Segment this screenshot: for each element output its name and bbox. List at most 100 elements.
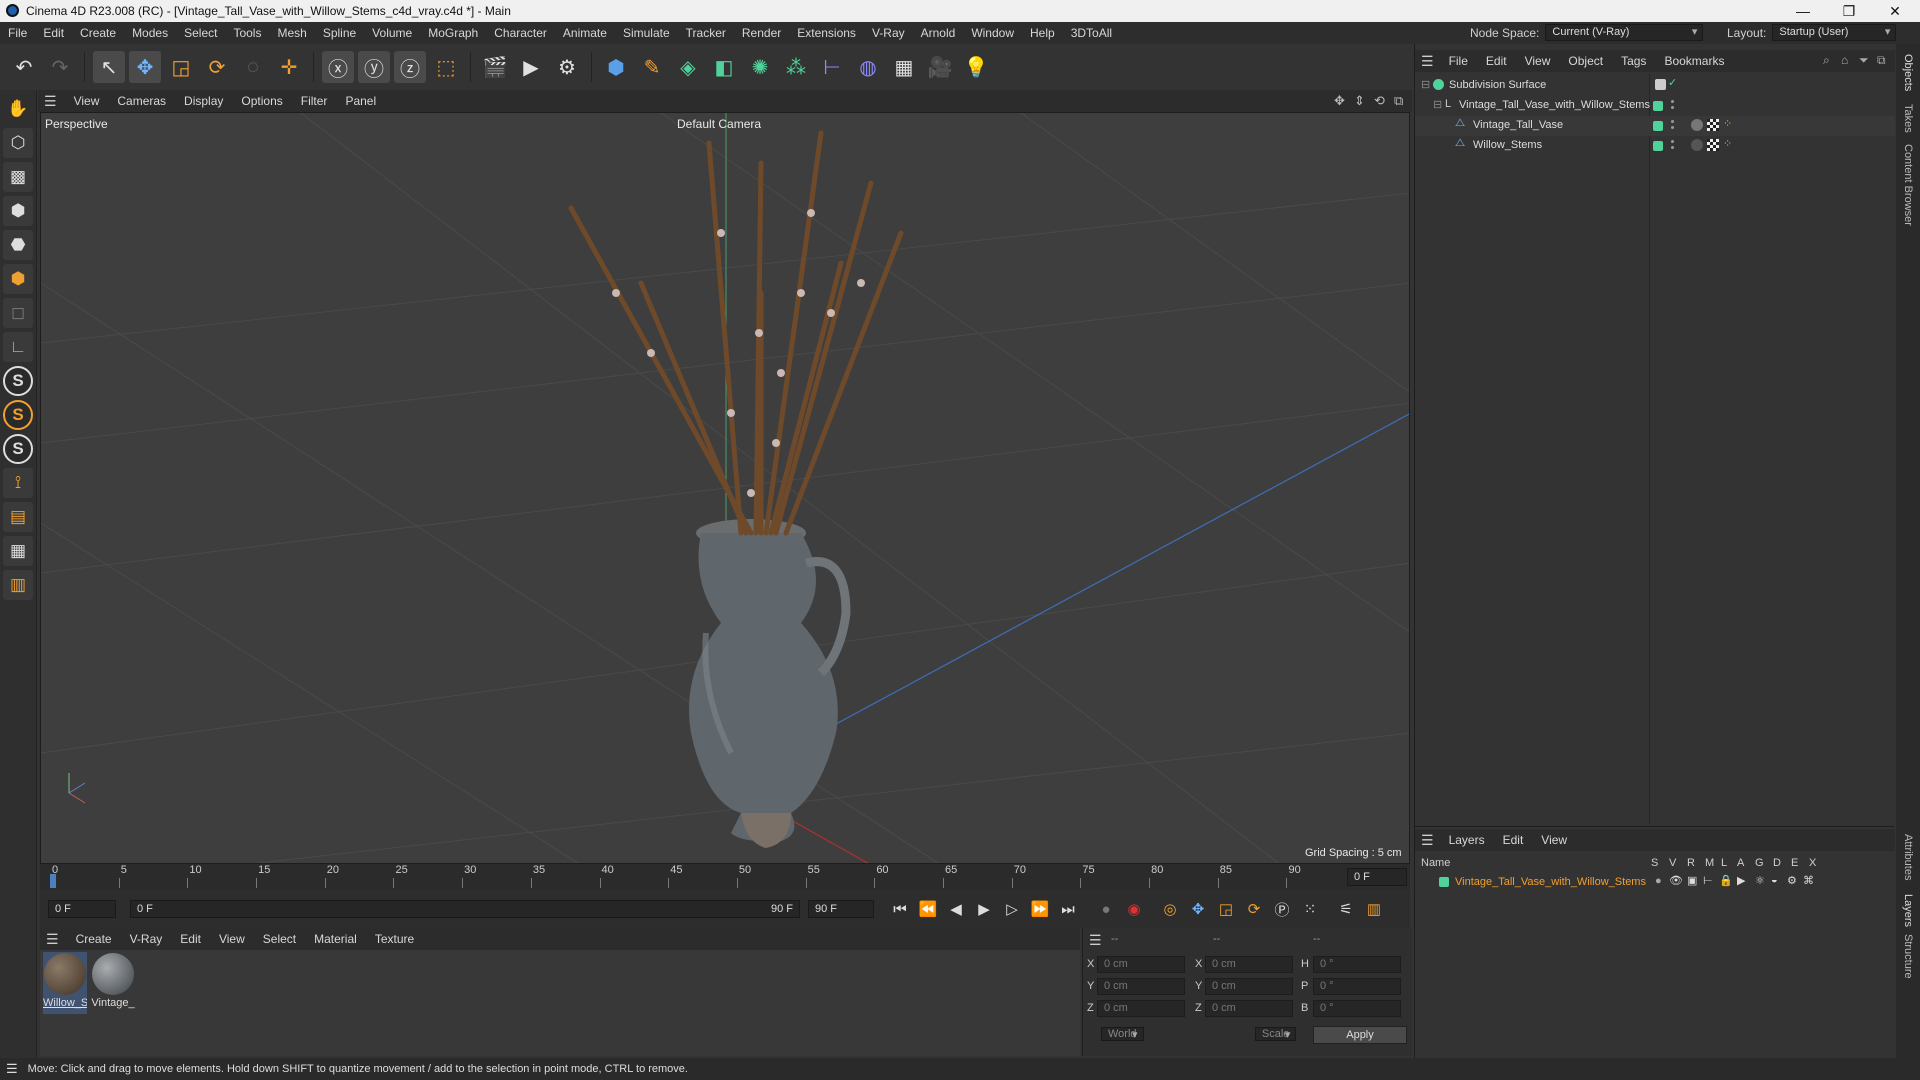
render-visibility-dot[interactable] <box>1671 146 1674 149</box>
material-menu-texture[interactable]: Texture <box>366 932 423 946</box>
timeline-window-icon[interactable]: ▥ <box>1362 897 1386 921</box>
y-axis-lock-icon[interactable]: ⓨ <box>358 51 390 83</box>
close-button[interactable]: ✕ <box>1872 0 1918 22</box>
layer-color-swatch[interactable] <box>1653 141 1663 151</box>
rot-p-field[interactable]: 0 ° <box>1313 978 1401 995</box>
key-rotation-icon[interactable]: ⟳ <box>1242 897 1266 921</box>
hamburger-icon[interactable]: ☰ <box>1089 932 1102 949</box>
next-frame-icon[interactable]: ▷ <box>1000 897 1024 921</box>
pos-x-field[interactable]: 0 cm <box>1097 956 1185 973</box>
menu-edit[interactable]: Edit <box>35 26 72 40</box>
model-mode-icon[interactable]: ⬡ <box>3 128 33 158</box>
rot-b-field[interactable]: 0 ° <box>1313 1000 1401 1017</box>
viewport-menu-view[interactable]: View <box>65 94 109 108</box>
menu-character[interactable]: Character <box>486 26 555 40</box>
menu-mesh[interactable]: Mesh <box>269 26 314 40</box>
filter-icon[interactable]: ⏷ <box>1859 53 1869 68</box>
lm-menu-layers[interactable]: Layers <box>1440 833 1494 847</box>
coordinate-system-icon[interactable]: ⬚ <box>430 51 462 83</box>
expression-icon[interactable]: ⚙ <box>1787 874 1797 887</box>
texture-mode-icon[interactable]: ▩ <box>3 162 33 192</box>
timeline-ruler[interactable]: 0 5 10 15 20 25 30 35 40 45 50 55 60 65 70 75 80 85 90 0 F <box>40 864 1410 890</box>
layer-tag-icon[interactable] <box>1655 79 1666 90</box>
menu-select[interactable]: Select <box>176 26 225 40</box>
coordinate-space-dropdown[interactable]: World <box>1101 1027 1144 1041</box>
size-x-field[interactable]: 0 cm <box>1205 956 1293 973</box>
menu-3dtoall[interactable]: 3DToAll <box>1063 26 1120 40</box>
maximize-button[interactable]: ❐ <box>1826 0 1872 22</box>
keyframe-selection-icon[interactable]: ◎ <box>1158 897 1182 921</box>
animation-icon[interactable]: ▶ <box>1737 874 1745 887</box>
start-frame-field[interactable]: 0 F <box>48 900 116 918</box>
tab-attributes[interactable]: Attributes <box>1902 834 1914 880</box>
menu-render[interactable]: Render <box>734 26 789 40</box>
layer-color-swatch[interactable] <box>1653 121 1663 131</box>
manager-icon[interactable]: ⊢ <box>1703 874 1713 887</box>
menu-arnold[interactable]: Arnold <box>913 26 964 40</box>
deformer-icon[interactable]: ⊢ <box>816 51 848 83</box>
field-icon[interactable]: ◍ <box>852 51 884 83</box>
transform-tool-icon[interactable]: ✛ <box>273 51 305 83</box>
menu-volume[interactable]: Volume <box>364 26 420 40</box>
om-menu-file[interactable]: File <box>1440 54 1477 68</box>
tab-objects[interactable]: Objects <box>1902 54 1914 91</box>
render-visibility-dot[interactable] <box>1671 126 1674 129</box>
material-swatch[interactable]: Willow_S <box>43 952 87 1014</box>
om-menu-view[interactable]: View <box>1516 54 1560 68</box>
generator-icon[interactable]: ⚛ <box>1755 874 1765 887</box>
motion-system-icon[interactable]: ⚟ <box>1334 897 1358 921</box>
hamburger-icon[interactable]: ☰ <box>6 1061 18 1077</box>
node-space-dropdown[interactable]: Current (V-Ray) <box>1545 24 1704 41</box>
lm-menu-edit[interactable]: Edit <box>1494 833 1533 847</box>
eye-icon[interactable]: 👁 <box>1669 874 1683 887</box>
extrude-icon[interactable]: ◧ <box>708 51 740 83</box>
camera-icon[interactable]: 🎥 <box>924 51 956 83</box>
material-swatch[interactable]: Vintage_ <box>91 952 135 1014</box>
render-view-icon[interactable]: 🎬 <box>479 51 511 83</box>
pen-spline-icon[interactable]: ✎ <box>636 51 668 83</box>
viewport-camera-name[interactable]: Default Camera <box>677 117 761 131</box>
size-y-field[interactable]: 0 cm <box>1205 978 1293 995</box>
rotate-tool-icon[interactable]: ⟳ <box>201 51 233 83</box>
rot-h-field[interactable]: 0 ° <box>1313 956 1401 973</box>
viewport-rotate-icon[interactable]: ⟲ <box>1374 93 1385 109</box>
menu-window[interactable]: Window <box>963 26 1022 40</box>
uvw-tag-icon[interactable] <box>1707 119 1719 131</box>
editor-visibility-dot[interactable] <box>1671 140 1674 143</box>
uvw-tag-icon[interactable] <box>1707 139 1719 151</box>
menu-simulate[interactable]: Simulate <box>615 26 678 40</box>
layout-dropdown[interactable]: Startup (User) <box>1772 24 1897 41</box>
z-axis-lock-icon[interactable]: ⓩ <box>394 51 426 83</box>
menu-vray[interactable]: V-Ray <box>864 26 913 40</box>
material-menu-select[interactable]: Select <box>254 932 305 946</box>
menu-tools[interactable]: Tools <box>225 26 269 40</box>
scale-tool-icon[interactable]: ◲ <box>165 51 197 83</box>
menu-animate[interactable]: Animate <box>555 26 615 40</box>
playhead[interactable] <box>50 874 56 888</box>
autokey-icon[interactable]: ◉ <box>1122 897 1146 921</box>
key-parameter-icon[interactable]: Ⓟ <box>1270 897 1294 921</box>
editor-visibility-dot[interactable] <box>1671 120 1674 123</box>
layer-color-swatch[interactable] <box>1439 877 1449 887</box>
key-position-icon[interactable]: ✥ <box>1186 897 1210 921</box>
viewport-menu-options[interactable]: Options <box>232 94 291 108</box>
object-row[interactable]: ⧍ Vintage_Tall_Vase ⁘ <box>1415 116 1895 136</box>
tab-content-browser[interactable]: Content Browser <box>1902 144 1914 226</box>
hamburger-icon[interactable]: ☰ <box>44 93 57 110</box>
play-icon[interactable]: ▶ <box>972 897 996 921</box>
material-menu-material[interactable]: Material <box>305 932 366 946</box>
hamburger-icon[interactable]: ☰ <box>1421 832 1434 849</box>
move-tool-icon[interactable]: ✥ <box>129 51 161 83</box>
viewport-move-icon[interactable]: ✥ <box>1334 93 1345 109</box>
collapse-icon[interactable]: ⊟ <box>1421 78 1430 91</box>
viewport-menu-display[interactable]: Display <box>175 94 232 108</box>
lock-icon[interactable]: 🔒 <box>1719 874 1733 887</box>
undo-icon[interactable]: ↶ <box>8 51 40 83</box>
polygon-mode-icon[interactable]: ⬢ <box>3 264 33 294</box>
layer-row[interactable]: Vintage_Tall_Vase_with_Willow_Stems ● 👁 … <box>1415 873 1895 893</box>
pos-y-field[interactable]: 0 cm <box>1097 978 1185 995</box>
cloner-icon[interactable]: ✺ <box>744 51 776 83</box>
viewport-menu-panel[interactable]: Panel <box>336 94 385 108</box>
redo-icon[interactable]: ↷ <box>44 51 76 83</box>
viewport-zoom-icon[interactable]: ⇕ <box>1354 93 1365 109</box>
